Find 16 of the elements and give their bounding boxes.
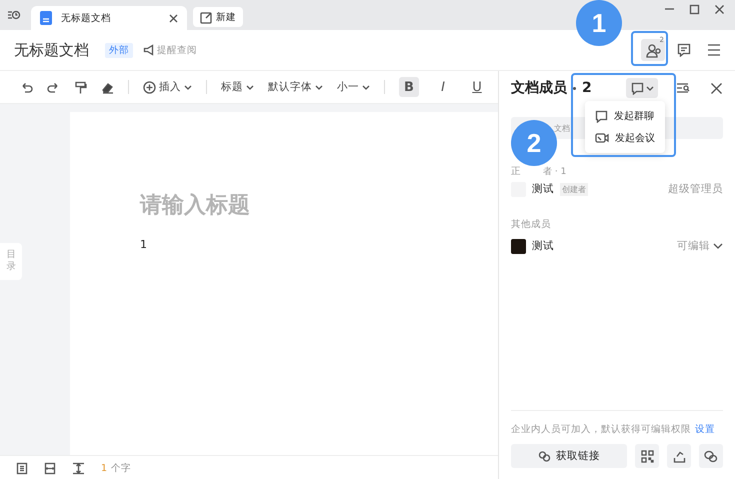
group-heading: 者 · 1 (543, 166, 566, 178)
external-badge: 外部 (105, 42, 133, 58)
step-marker: 1 (576, 0, 622, 46)
group-heading: 其他成员 (511, 218, 551, 231)
member-name: 测试 (532, 239, 554, 253)
word-count-unit: 个字 (111, 462, 132, 474)
panel-title: 文档成员 (511, 79, 567, 97)
member-name: 测试 (532, 182, 554, 196)
permission-note: 企业内人员可加入，默认获得可编辑权限 设置 (511, 423, 716, 436)
member-count: 2 (582, 80, 592, 96)
creator-tag: 创建者 (560, 182, 588, 196)
group-heading: 正 (511, 165, 521, 178)
body-text: 1 (140, 238, 148, 251)
document-title: 无标题文档 (14, 40, 89, 60)
word-count: 1 (101, 462, 108, 474)
member-role: 超级管理员 (668, 182, 723, 196)
